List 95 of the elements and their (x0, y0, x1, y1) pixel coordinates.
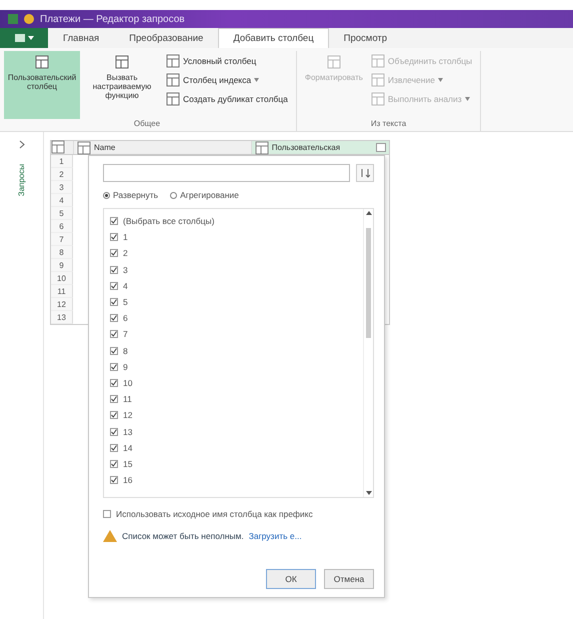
table-icon (51, 140, 65, 154)
column-checkbox[interactable]: 13 (110, 423, 357, 440)
load-more-link[interactable]: Загрузить е... (248, 531, 302, 542)
file-icon (14, 34, 24, 42)
checkmark-icon (111, 348, 117, 354)
table-icon (35, 55, 49, 69)
dialog-button[interactable]: Отмена (324, 569, 374, 589)
ribbon-tab[interactable]: Добавить столбец (218, 28, 329, 48)
column-icon (166, 54, 180, 68)
column-icon (166, 92, 180, 106)
app-icon (8, 14, 18, 24)
scroll-down-icon[interactable] (366, 491, 372, 495)
warning-icon (103, 530, 117, 542)
caret-icon (438, 78, 443, 82)
column-checkbox[interactable]: 12 (110, 407, 357, 424)
checkmark-icon (111, 218, 117, 224)
column-header: Пользовательская (272, 143, 342, 152)
column-checkbox[interactable]: 10 (110, 374, 357, 392)
checkmark-icon (111, 380, 117, 386)
caret-icon (254, 78, 260, 82)
column-checkbox[interactable]: 1 (110, 229, 357, 246)
checkmark-icon (111, 412, 117, 418)
column-checkbox[interactable]: 8 (110, 342, 357, 359)
checkmark-icon (111, 299, 117, 306)
row-number: 9 (51, 259, 73, 272)
row-number: 4 (51, 194, 73, 207)
column-checkbox[interactable]: 14 (110, 440, 357, 456)
group-label: Общее (132, 119, 162, 130)
prefix-checkbox[interactable]: Использовать исходное имя столбца как префикс (103, 506, 374, 522)
checkmark-icon (111, 282, 117, 289)
window-title: Платежи — Редактор запросов (40, 14, 185, 24)
checkmark-icon (111, 315, 117, 322)
row-number: 11 (51, 285, 73, 298)
ribbon-tab[interactable]: Просмотр (328, 28, 402, 48)
table-icon (115, 55, 129, 69)
file-menu-button[interactable] (0, 28, 48, 48)
checkmark-icon (111, 331, 117, 338)
checkmark-icon (111, 444, 117, 451)
column-checkbox[interactable]: 6 (110, 310, 357, 326)
checkmark-icon (111, 460, 117, 467)
row-number: 2 (51, 168, 73, 181)
sort-button[interactable] (356, 164, 374, 182)
ribbon-tab[interactable]: Главная (48, 28, 114, 48)
column-header: Name (94, 143, 116, 152)
sort-icon (360, 168, 370, 178)
caret-icon (464, 97, 470, 101)
pane-label: Запросы (17, 164, 26, 196)
table-icon (326, 55, 341, 69)
column-icon (370, 92, 385, 106)
ribbon-button[interactable]: Создать дубликат столбца (164, 91, 290, 107)
row-number: 10 (51, 272, 73, 285)
column-checkbox[interactable]: 16 (110, 472, 357, 488)
row-number: 6 (51, 220, 73, 233)
column-icon (166, 73, 180, 87)
column-icon (370, 73, 385, 87)
checkmark-icon (111, 234, 117, 240)
ribbon-button[interactable]: Условный столбец (164, 53, 290, 69)
column-checkbox[interactable]: 3 (110, 262, 357, 278)
column-checkbox[interactable]: 15 (110, 456, 357, 472)
checkmark-icon (111, 396, 117, 402)
scrollbar[interactable] (363, 209, 373, 497)
column-checkbox[interactable]: 2 (110, 245, 357, 262)
column-icon (370, 54, 385, 68)
row-number: 5 (51, 207, 73, 220)
row-number: 3 (51, 181, 73, 194)
group-label: Из текста (370, 119, 408, 130)
checkmark-icon (111, 266, 117, 273)
row-number: 8 (51, 246, 73, 259)
column-checkbox[interactable]: 11 (110, 391, 357, 408)
radio-option[interactable]: Развернуть (103, 190, 158, 200)
search-field[interactable] (103, 164, 350, 182)
save-icon[interactable] (24, 14, 34, 24)
column-checkbox[interactable]: 4 (110, 278, 357, 294)
row-number: 7 (51, 233, 73, 246)
row-number: 1 (51, 155, 73, 168)
dialog-button[interactable]: ОК (266, 569, 316, 589)
expand-icon[interactable] (376, 143, 386, 152)
ribbon-button[interactable]: Вызвать настраиваемую функцию (84, 51, 160, 119)
warning-text: Список может быть неполным. (122, 531, 244, 542)
checkmark-icon (111, 364, 117, 370)
checkmark-icon (111, 250, 117, 256)
ribbon-tab[interactable]: Преобразование (114, 28, 218, 48)
ribbon-button[interactable]: Столбец индекса (164, 72, 290, 88)
scroll-up-icon[interactable] (366, 211, 372, 215)
checkmark-icon (111, 477, 117, 484)
checkmark-icon (111, 428, 117, 435)
row-number: 12 (51, 298, 73, 311)
caret-icon (28, 36, 34, 40)
radio-option[interactable]: Агрегирование (170, 190, 239, 200)
ribbon-button[interactable]: Пользовательский столбец (4, 51, 80, 119)
column-checkbox[interactable]: 7 (110, 326, 357, 342)
column-checkbox[interactable]: (Выбрать все столбцы) (110, 213, 357, 230)
column-checkbox[interactable]: 9 (110, 358, 357, 375)
column-checkbox[interactable]: 5 (110, 294, 357, 310)
row-number: 13 (51, 311, 73, 324)
